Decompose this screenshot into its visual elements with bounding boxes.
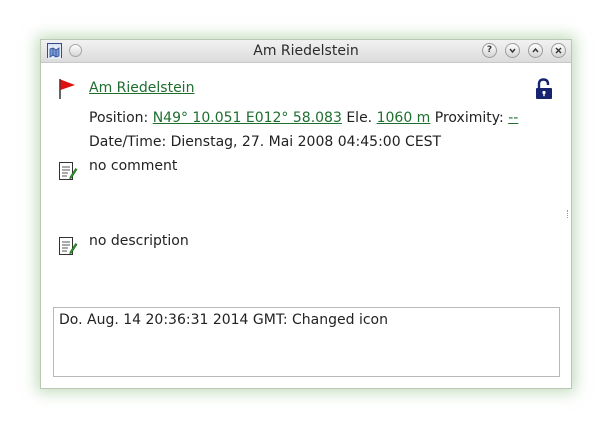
comment-text: no comment <box>89 158 178 174</box>
description-text: no description <box>89 233 189 249</box>
position-line: Position: N49° 10.051 E012° 58.083 Ele. … <box>89 109 518 127</box>
title-bar[interactable]: Am Riedelstein ? <box>41 40 571 63</box>
help-button[interactable]: ? <box>482 43 497 58</box>
log-entry: Do. Aug. 14 20:36:31 2014 GMT: Changed i… <box>59 312 388 328</box>
elevation-label: Ele. <box>346 110 373 126</box>
open-padlock-icon[interactable] <box>535 78 553 104</box>
waypoint-name-line: Am Riedelstein <box>89 79 194 97</box>
proximity-link[interactable]: -- <box>508 110 518 126</box>
maximize-button[interactable] <box>528 43 543 58</box>
chevron-up-icon <box>532 47 539 53</box>
position-label: Position: <box>89 110 149 126</box>
close-button[interactable] <box>551 43 566 58</box>
elevation-link[interactable]: 1060 m <box>377 110 431 126</box>
resize-grip[interactable] <box>567 210 570 218</box>
position-link[interactable]: N49° 10.051 E012° 58.083 <box>153 110 342 126</box>
close-icon <box>555 47 562 54</box>
datetime-value: Dienstag, 27. Mai 2008 04:45:00 CEST <box>170 134 442 150</box>
minimize-button[interactable] <box>505 43 520 58</box>
help-icon: ? <box>486 45 493 55</box>
red-flag-icon <box>57 78 77 104</box>
chevron-down-icon <box>509 48 516 54</box>
datetime-label: Date/Time: <box>89 134 167 150</box>
datetime-line: Date/Time: Dienstag, 27. Mai 2008 04:45:… <box>89 133 441 151</box>
proximity-label: Proximity: <box>434 110 504 126</box>
edit-comment-icon[interactable] <box>58 160 78 186</box>
change-log-box[interactable]: Do. Aug. 14 20:36:31 2014 GMT: Changed i… <box>53 307 560 377</box>
waypoint-name-link[interactable]: Am Riedelstein <box>89 80 194 96</box>
edit-description-icon[interactable] <box>58 235 78 261</box>
waypoint-window: Am Riedelstein ? Am Riedelstein Position… <box>40 39 572 389</box>
